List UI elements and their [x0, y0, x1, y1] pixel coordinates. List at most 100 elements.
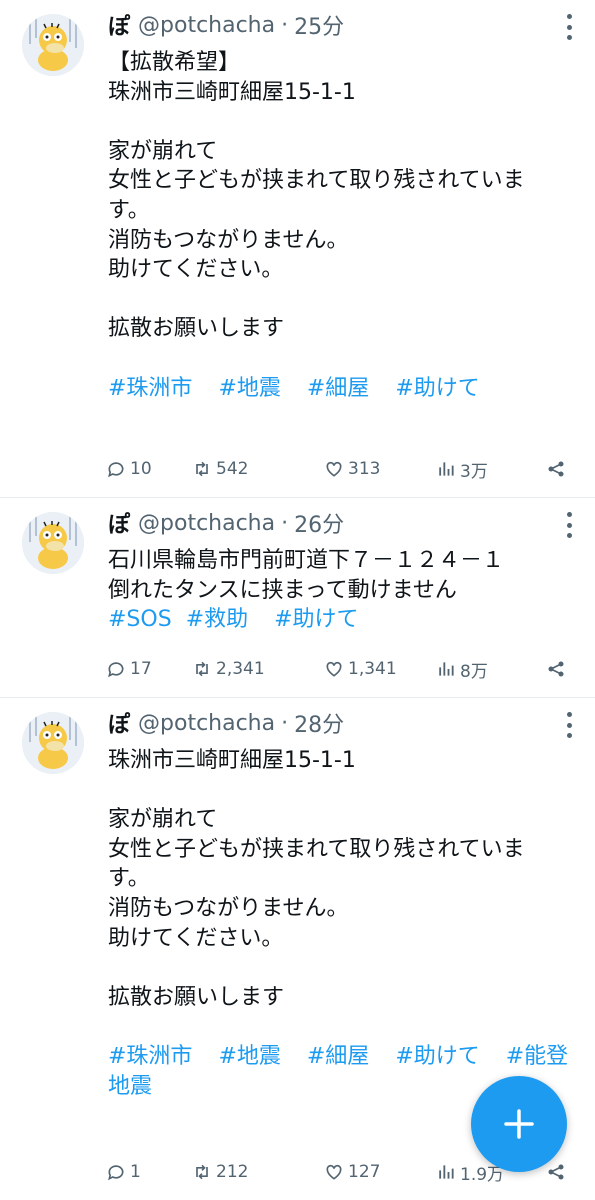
display-name[interactable]: ぽ [108, 9, 130, 41]
reply-count: 1 [130, 1162, 141, 1182]
text-line [108, 285, 580, 315]
reply-icon [108, 662, 124, 678]
separator-dot: · [281, 12, 289, 38]
text-line: 倒れたタンスに挟まって動けません [108, 577, 457, 603]
more-options-icon[interactable] [565, 512, 573, 538]
tweet-actions: 10 542 313 3万 [106, 455, 566, 483]
retweet-button[interactable]: 542 [192, 459, 248, 479]
share-icon [548, 1164, 564, 1180]
hashtag-link[interactable]: #助けて [395, 376, 479, 401]
like-count: 127 [348, 1162, 381, 1182]
text-line: 拡散お願いします [108, 316, 285, 342]
reply-button[interactable]: 17 [106, 659, 152, 679]
timestamp[interactable]: 28分 [294, 707, 344, 739]
hashtag-link[interactable]: #SOS [108, 607, 172, 632]
text-line [108, 953, 580, 983]
psyduck-avatar-icon [22, 712, 84, 774]
views-button[interactable]: 8万 [436, 657, 488, 682]
text-line: 【拡散希望】 [108, 50, 241, 75]
reply-icon [108, 1165, 124, 1181]
views-button[interactable]: 3万 [436, 457, 488, 482]
text-line: 拡散お願いします [108, 984, 285, 1010]
display-name[interactable]: ぽ [108, 707, 130, 739]
hashtag-link[interactable]: #細屋 [307, 376, 369, 401]
username[interactable]: @potchacha [138, 511, 275, 536]
username[interactable]: @potchacha [138, 711, 275, 736]
hashtag-link[interactable]: #珠洲市 [108, 376, 192, 401]
share-button[interactable] [546, 659, 570, 679]
text-line: す。 [108, 866, 150, 892]
hashtag-link[interactable]: #地震 [218, 376, 280, 401]
tweet-actions: 17 2,341 1,341 8万 [106, 655, 566, 683]
tweet-header: ぽ @potchacha · 25分 [108, 8, 344, 42]
compose-button[interactable] [471, 1076, 567, 1172]
retweet-count: 212 [216, 1162, 249, 1182]
reply-count: 10 [130, 459, 152, 479]
share-icon [548, 661, 564, 677]
reply-count: 17 [130, 659, 152, 679]
more-options-icon[interactable] [565, 712, 573, 738]
retweet-count: 542 [216, 459, 249, 479]
hashtag-link[interactable]: #救助 [186, 607, 248, 632]
avatar[interactable] [22, 712, 84, 774]
reply-button[interactable]: 10 [106, 459, 152, 479]
hashtag-link[interactable]: #地震 [218, 1044, 280, 1069]
heart-icon [326, 661, 342, 677]
text-line [108, 1012, 580, 1042]
psyduck-avatar-icon [22, 512, 84, 574]
display-name[interactable]: ぽ [108, 507, 130, 539]
heart-icon [326, 1164, 342, 1180]
views-chart-icon [439, 462, 454, 476]
views-chart-icon [439, 1165, 454, 1179]
retweet-button[interactable]: 212 [192, 1162, 248, 1182]
heart-icon [326, 461, 342, 477]
text-line: 助けてください。 [108, 257, 284, 283]
hashtag-link[interactable]: #助けて [274, 607, 358, 632]
reply-icon [108, 462, 124, 478]
share-button[interactable] [546, 1162, 570, 1182]
tweet-text: 【拡散希望】 珠洲市三崎町細屋15-1-1 家が崩れて 女性と子どもが挟まれて取… [108, 48, 580, 403]
tweet-2[interactable]: ぽ @potchacha · 26分 石川県輪島市門前町道下７－１２４－１ 倒れ… [0, 498, 595, 698]
like-button[interactable]: 313 [324, 459, 380, 479]
like-button[interactable]: 1,341 [324, 659, 397, 679]
psyduck-avatar-icon [22, 14, 84, 76]
text-line: 珠洲市三崎町細屋15-1-1 [108, 79, 356, 105]
reply-button[interactable]: 1 [106, 1162, 141, 1182]
text-line: 消防もつながりません。 [108, 895, 349, 921]
like-button[interactable]: 127 [324, 1162, 380, 1182]
tweet-1[interactable]: ぽ @potchacha · 25分 【拡散希望】 珠洲市三崎町細屋15-1-1… [0, 0, 595, 498]
text-line [108, 344, 580, 374]
hashtag-link[interactable]: #珠洲市 [108, 1044, 192, 1069]
view-count: 8万 [460, 661, 488, 682]
text-line: 助けてください。 [108, 925, 284, 951]
text-line: す。 [108, 197, 150, 223]
timestamp[interactable]: 25分 [294, 9, 344, 41]
text-line: 消防もつながりません。 [108, 227, 349, 253]
avatar[interactable] [22, 14, 84, 76]
separator-dot: · [281, 510, 289, 536]
retweet-icon [196, 1164, 208, 1180]
hashtag-link[interactable]: #細屋 [307, 1044, 369, 1069]
tweet-text: 石川県輪島市門前町道下７－１２４－１ 倒れたタンスに挟まって動けません #SOS… [108, 546, 580, 635]
separator-dot: · [281, 710, 289, 736]
retweet-icon [196, 661, 208, 677]
tweet-header: ぽ @potchacha · 26分 [108, 506, 344, 540]
text-line: 女性と子どもが挟まれて取り残されていま [108, 168, 525, 194]
text-line: 石川県輪島市門前町道下７－１２４－１ [108, 548, 505, 573]
timestamp[interactable]: 26分 [294, 507, 344, 539]
share-button[interactable] [546, 459, 570, 479]
text-line [108, 776, 580, 806]
text-line: 家が崩れて [108, 138, 218, 164]
avatar[interactable] [22, 512, 84, 574]
plus-icon [504, 1109, 534, 1139]
hashtag-link-continued[interactable]: 地震 [108, 1074, 152, 1099]
retweet-count: 2,341 [216, 659, 265, 679]
retweet-button[interactable]: 2,341 [192, 659, 265, 679]
tweet-header: ぽ @potchacha · 28分 [108, 706, 344, 740]
share-icon [548, 461, 564, 477]
hashtag-link[interactable]: #助けて [395, 1044, 479, 1069]
hashtag-link[interactable]: #能登 [506, 1044, 568, 1069]
username[interactable]: @potchacha [138, 13, 275, 38]
more-options-icon[interactable] [565, 14, 573, 40]
view-count: 3万 [460, 461, 488, 482]
